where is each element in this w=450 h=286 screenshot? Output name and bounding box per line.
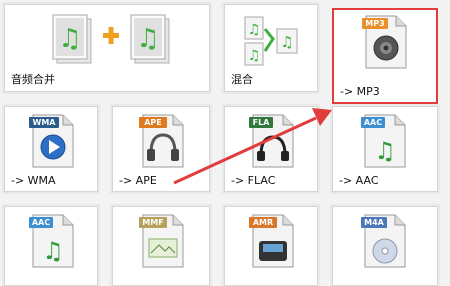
tile-audio-merge[interactable]: ♫ ♫ 音频合并 bbox=[4, 4, 210, 92]
audio-mix-icon: ♫ ♫ ♫ bbox=[244, 16, 298, 66]
format-badge: MP3 bbox=[362, 18, 388, 29]
tile-label: 混合 bbox=[231, 73, 253, 86]
tile-mmf[interactable]: MMF bbox=[112, 206, 210, 286]
tile-label: -> APE bbox=[119, 174, 157, 187]
audio-merge-icon: ♫ ♫ bbox=[52, 14, 170, 64]
format-badge: AMR bbox=[249, 217, 277, 228]
tile-label: -> FLAC bbox=[231, 174, 276, 187]
tile-label: -> MP3 bbox=[340, 85, 380, 98]
tile-label: -> AAC bbox=[339, 174, 379, 187]
svg-text:♫: ♫ bbox=[248, 48, 261, 64]
format-badge: AAC bbox=[29, 217, 53, 228]
svg-text:♫: ♫ bbox=[374, 137, 396, 165]
format-badge: AAC bbox=[361, 117, 385, 128]
svg-text:♫: ♫ bbox=[248, 22, 261, 38]
svg-text:♫: ♫ bbox=[58, 24, 81, 54]
tile-to-ape[interactable]: APE -> APE bbox=[112, 106, 210, 192]
tile-to-flac[interactable]: FLA -> FLAC bbox=[224, 106, 318, 192]
format-badge: MMF bbox=[139, 217, 167, 228]
format-badge: FLA bbox=[249, 117, 273, 128]
format-badge: M4A bbox=[361, 217, 387, 228]
tile-audio-mix[interactable]: ♫ ♫ ♫ 混合 bbox=[224, 4, 318, 92]
svg-text:♫: ♫ bbox=[42, 237, 64, 265]
format-badge: WMA bbox=[29, 117, 59, 128]
format-grid: ♫ ♫ 音频合并 ♫ ♫ ♫ 混合 MP3 -> MP3 WMA -> WMA … bbox=[0, 0, 450, 286]
svg-text:♫: ♫ bbox=[136, 24, 159, 54]
tile-to-mp3[interactable]: MP3 -> MP3 bbox=[332, 8, 438, 104]
svg-text:♫: ♫ bbox=[280, 33, 293, 51]
tile-amr[interactable]: AMR bbox=[224, 206, 318, 286]
tile-label: -> WMA bbox=[11, 174, 56, 187]
tile-to-wma[interactable]: WMA -> WMA bbox=[4, 106, 98, 192]
tile-label: 音频合并 bbox=[11, 73, 55, 86]
tile-m4a[interactable]: M4A bbox=[332, 206, 438, 286]
format-badge: APE bbox=[139, 117, 167, 128]
tile-to-aac[interactable]: ♫ AAC -> AAC bbox=[332, 106, 438, 192]
tile-aac-2[interactable]: ♫ AAC bbox=[4, 206, 98, 286]
